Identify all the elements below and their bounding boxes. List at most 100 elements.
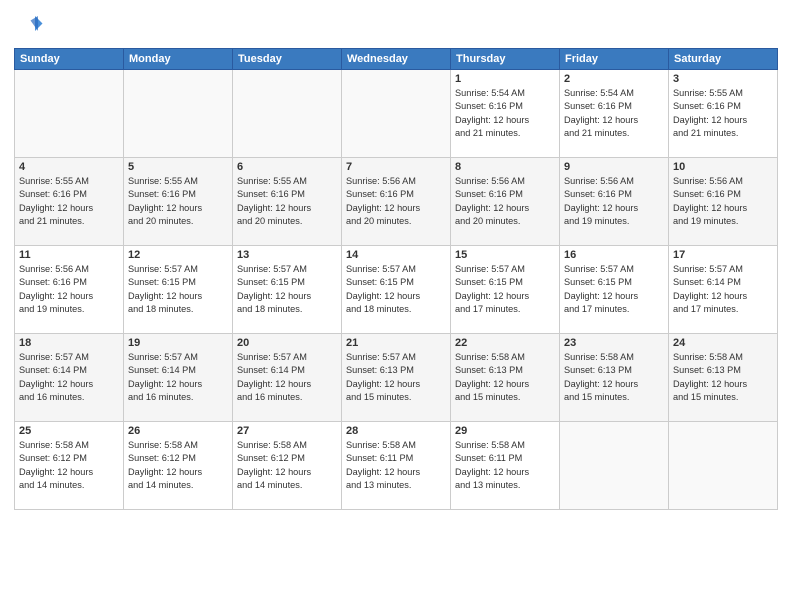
day-number: 8 (455, 161, 555, 173)
day-info: Sunrise: 5:55 AM Sunset: 6:16 PM Dayligh… (128, 175, 228, 228)
day-number: 2 (564, 73, 664, 85)
day-cell: 24 Sunrise: 5:58 AM Sunset: 6:13 PM Dayli… (669, 334, 778, 422)
day-info: Sunrise: 5:58 AM Sunset: 6:13 PM Dayligh… (455, 351, 555, 404)
day-info: Sunrise: 5:58 AM Sunset: 6:12 PM Dayligh… (128, 439, 228, 492)
day-number: 24 (673, 337, 773, 349)
day-info: Sunrise: 5:57 AM Sunset: 6:14 PM Dayligh… (237, 351, 337, 404)
day-number: 3 (673, 73, 773, 85)
day-info: Sunrise: 5:57 AM Sunset: 6:15 PM Dayligh… (346, 263, 446, 316)
day-header-wednesday: Wednesday (342, 49, 451, 70)
day-info: Sunrise: 5:57 AM Sunset: 6:14 PM Dayligh… (673, 263, 773, 316)
day-info: Sunrise: 5:57 AM Sunset: 6:15 PM Dayligh… (128, 263, 228, 316)
day-number: 26 (128, 425, 228, 437)
week-row-4: 25 Sunrise: 5:58 AM Sunset: 6:12 PM Dayli… (15, 422, 778, 510)
day-number: 19 (128, 337, 228, 349)
day-header-saturday: Saturday (669, 49, 778, 70)
day-info: Sunrise: 5:57 AM Sunset: 6:15 PM Dayligh… (455, 263, 555, 316)
day-cell: 22 Sunrise: 5:58 AM Sunset: 6:13 PM Dayli… (451, 334, 560, 422)
day-cell: 10 Sunrise: 5:56 AM Sunset: 6:16 PM Dayli… (669, 158, 778, 246)
day-info: Sunrise: 5:57 AM Sunset: 6:13 PM Dayligh… (346, 351, 446, 404)
day-header-thursday: Thursday (451, 49, 560, 70)
day-cell: 25 Sunrise: 5:58 AM Sunset: 6:12 PM Dayli… (15, 422, 124, 510)
day-cell: 8 Sunrise: 5:56 AM Sunset: 6:16 PM Daylig… (451, 158, 560, 246)
day-cell: 29 Sunrise: 5:58 AM Sunset: 6:11 PM Dayli… (451, 422, 560, 510)
day-cell (669, 422, 778, 510)
day-cell: 26 Sunrise: 5:58 AM Sunset: 6:12 PM Dayli… (124, 422, 233, 510)
day-cell: 15 Sunrise: 5:57 AM Sunset: 6:15 PM Dayli… (451, 246, 560, 334)
day-info: Sunrise: 5:54 AM Sunset: 6:16 PM Dayligh… (455, 87, 555, 140)
day-info: Sunrise: 5:54 AM Sunset: 6:16 PM Dayligh… (564, 87, 664, 140)
day-cell: 11 Sunrise: 5:56 AM Sunset: 6:16 PM Dayli… (15, 246, 124, 334)
day-cell: 2 Sunrise: 5:54 AM Sunset: 6:16 PM Daylig… (560, 70, 669, 158)
day-number: 9 (564, 161, 664, 173)
calendar-body: 1 Sunrise: 5:54 AM Sunset: 6:16 PM Daylig… (15, 70, 778, 510)
day-cell: 9 Sunrise: 5:56 AM Sunset: 6:16 PM Daylig… (560, 158, 669, 246)
day-cell: 6Sunrise: 5:55 AM Sunset: 6:16 PM Daylig… (233, 158, 342, 246)
day-number: 11 (19, 249, 119, 261)
day-number: 6 (237, 161, 337, 173)
day-cell: 27 Sunrise: 5:58 AM Sunset: 6:12 PM Dayli… (233, 422, 342, 510)
day-header-sunday: Sunday (15, 49, 124, 70)
day-cell: 20 Sunrise: 5:57 AM Sunset: 6:14 PM Dayli… (233, 334, 342, 422)
day-cell: 21 Sunrise: 5:57 AM Sunset: 6:13 PM Dayli… (342, 334, 451, 422)
calendar-header: SundayMondayTuesdayWednesdayThursdayFrid… (15, 49, 778, 70)
week-row-3: 18 Sunrise: 5:57 AM Sunset: 6:14 PM Dayli… (15, 334, 778, 422)
day-number: 28 (346, 425, 446, 437)
week-row-1: 4Sunrise: 5:55 AM Sunset: 6:16 PM Daylig… (15, 158, 778, 246)
day-number: 14 (346, 249, 446, 261)
logo-icon (14, 10, 44, 40)
day-cell: 18 Sunrise: 5:57 AM Sunset: 6:14 PM Dayli… (15, 334, 124, 422)
day-info: Sunrise: 5:56 AM Sunset: 6:16 PM Dayligh… (673, 175, 773, 228)
day-info: Sunrise: 5:56 AM Sunset: 6:16 PM Dayligh… (346, 175, 446, 228)
day-header-friday: Friday (560, 49, 669, 70)
logo (14, 10, 48, 40)
day-number: 1 (455, 73, 555, 85)
day-info: Sunrise: 5:55 AM Sunset: 6:16 PM Dayligh… (673, 87, 773, 140)
day-number: 7 (346, 161, 446, 173)
day-number: 29 (455, 425, 555, 437)
day-cell: 13 Sunrise: 5:57 AM Sunset: 6:15 PM Dayli… (233, 246, 342, 334)
day-cell: 16Sunrise: 5:57 AM Sunset: 6:15 PM Dayli… (560, 246, 669, 334)
day-info: Sunrise: 5:57 AM Sunset: 6:14 PM Dayligh… (128, 351, 228, 404)
header-row: SundayMondayTuesdayWednesdayThursdayFrid… (15, 49, 778, 70)
day-info: Sunrise: 5:58 AM Sunset: 6:13 PM Dayligh… (564, 351, 664, 404)
day-cell: 19 Sunrise: 5:57 AM Sunset: 6:14 PM Dayli… (124, 334, 233, 422)
day-info: Sunrise: 5:58 AM Sunset: 6:12 PM Dayligh… (19, 439, 119, 492)
day-info: Sunrise: 5:56 AM Sunset: 6:16 PM Dayligh… (564, 175, 664, 228)
day-number: 12 (128, 249, 228, 261)
day-cell: 1 Sunrise: 5:54 AM Sunset: 6:16 PM Daylig… (451, 70, 560, 158)
day-cell (342, 70, 451, 158)
week-row-2: 11 Sunrise: 5:56 AM Sunset: 6:16 PM Dayli… (15, 246, 778, 334)
day-info: Sunrise: 5:58 AM Sunset: 6:11 PM Dayligh… (346, 439, 446, 492)
day-number: 20 (237, 337, 337, 349)
day-cell: 7 Sunrise: 5:56 AM Sunset: 6:16 PM Daylig… (342, 158, 451, 246)
day-cell: 4Sunrise: 5:55 AM Sunset: 6:16 PM Daylig… (15, 158, 124, 246)
day-cell: 17Sunrise: 5:57 AM Sunset: 6:14 PM Dayli… (669, 246, 778, 334)
day-number: 21 (346, 337, 446, 349)
day-number: 13 (237, 249, 337, 261)
day-header-tuesday: Tuesday (233, 49, 342, 70)
day-number: 27 (237, 425, 337, 437)
day-info: Sunrise: 5:56 AM Sunset: 6:16 PM Dayligh… (19, 263, 119, 316)
day-info: Sunrise: 5:56 AM Sunset: 6:16 PM Dayligh… (455, 175, 555, 228)
day-info: Sunrise: 5:58 AM Sunset: 6:11 PM Dayligh… (455, 439, 555, 492)
day-info: Sunrise: 5:58 AM Sunset: 6:13 PM Dayligh… (673, 351, 773, 404)
day-cell: 12 Sunrise: 5:57 AM Sunset: 6:15 PM Dayli… (124, 246, 233, 334)
day-cell: 5Sunrise: 5:55 AM Sunset: 6:16 PM Daylig… (124, 158, 233, 246)
day-info: Sunrise: 5:57 AM Sunset: 6:14 PM Dayligh… (19, 351, 119, 404)
day-cell (124, 70, 233, 158)
day-info: Sunrise: 5:55 AM Sunset: 6:16 PM Dayligh… (19, 175, 119, 228)
day-cell: 3 Sunrise: 5:55 AM Sunset: 6:16 PM Daylig… (669, 70, 778, 158)
day-cell: 14 Sunrise: 5:57 AM Sunset: 6:15 PM Dayli… (342, 246, 451, 334)
day-number: 15 (455, 249, 555, 261)
day-info: Sunrise: 5:58 AM Sunset: 6:12 PM Dayligh… (237, 439, 337, 492)
day-info: Sunrise: 5:57 AM Sunset: 6:15 PM Dayligh… (237, 263, 337, 316)
day-header-monday: Monday (124, 49, 233, 70)
day-number: 22 (455, 337, 555, 349)
day-cell (560, 422, 669, 510)
day-cell (233, 70, 342, 158)
day-number: 25 (19, 425, 119, 437)
day-cell: 23Sunrise: 5:58 AM Sunset: 6:13 PM Dayli… (560, 334, 669, 422)
day-number: 10 (673, 161, 773, 173)
day-number: 18 (19, 337, 119, 349)
